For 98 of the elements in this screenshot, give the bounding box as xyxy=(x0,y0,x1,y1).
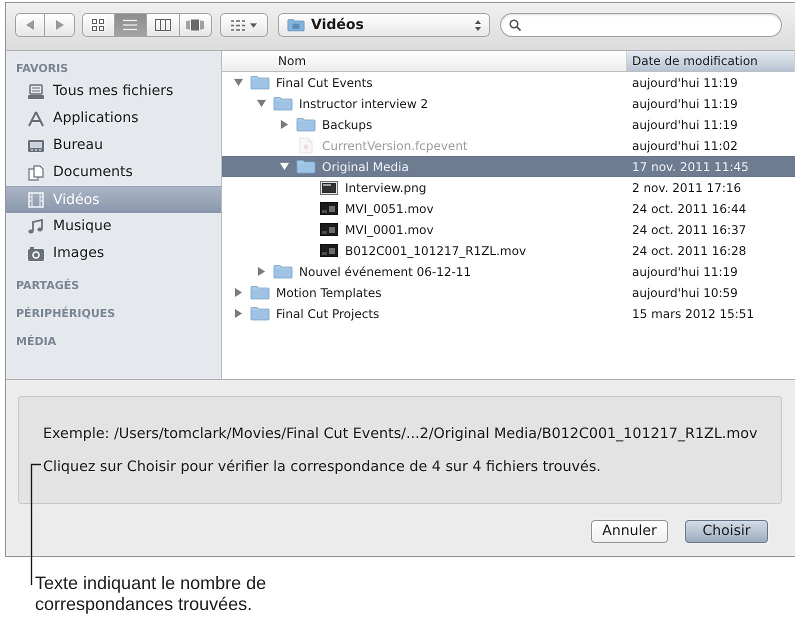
sidebar-item[interactable]: Documents xyxy=(6,159,221,186)
back-button[interactable] xyxy=(15,13,45,37)
file-name: Original Media xyxy=(322,158,409,176)
disclosure-triangle-icon[interactable] xyxy=(234,288,242,297)
file-row[interactable]: Original Media 17 nov. 2011 11:45 xyxy=(222,156,795,177)
file-row[interactable]: MVI_0051.mov 24 oct. 2011 16:44 xyxy=(222,198,795,219)
file-row[interactable]: MVI_0001.mov 24 oct. 2011 16:37 xyxy=(222,219,795,240)
caret-icon xyxy=(250,22,257,28)
sidebar-item[interactable]: Images xyxy=(6,240,221,267)
file-name: Backups xyxy=(322,116,372,134)
file-name: CurrentVersion.fcpevent xyxy=(322,138,468,154)
sidebar-item[interactable]: Bureau xyxy=(6,132,221,159)
music-note-icon xyxy=(27,218,45,234)
sidebar-heading: MÉDIA xyxy=(15,334,58,350)
file-name: MVI_0001.mov xyxy=(345,222,434,238)
desktop-icon xyxy=(27,138,45,154)
forward-button[interactable] xyxy=(45,13,75,37)
modified-date: 24 oct. 2011 16:37 xyxy=(631,222,746,238)
folder-icon xyxy=(296,159,316,174)
modified-date: aujourd'hui 10:59 xyxy=(631,284,738,302)
column-header[interactable]: Date de modification xyxy=(627,51,795,71)
search-icon xyxy=(509,19,521,31)
columns-icon xyxy=(154,19,171,31)
sidebar-item[interactable]: Tous mes fichiers xyxy=(6,78,221,105)
image-thumbnail-icon xyxy=(320,180,338,194)
arrange-button[interactable] xyxy=(220,13,268,37)
cover-flow-icon xyxy=(186,19,204,31)
location-popup[interactable]: Vidéos xyxy=(278,13,490,37)
match-status: Cliquez sur Choisir pour vérifier la correspondance de 4 sur 4 fichiers trouvés. xyxy=(43,458,602,476)
modified-date: 24 oct. 2011 16:44 xyxy=(631,200,746,218)
back-arrow-icon xyxy=(26,20,34,30)
camera-icon xyxy=(27,246,45,262)
folder-icon xyxy=(273,264,293,279)
modified-date: 15 mars 2012 15:51 xyxy=(631,306,754,322)
file-row[interactable]: Final Cut Events aujourd'hui 11:19 xyxy=(222,72,795,93)
modified-date: 17 nov. 2011 11:45 xyxy=(631,158,749,176)
annotation-caption: Texte indiquant le nombre de correspondances trouvées. xyxy=(35,573,268,615)
file-name: Interview.png xyxy=(345,180,426,196)
list-icon xyxy=(123,19,138,31)
file-name: Final Cut Projects xyxy=(276,306,380,322)
video-thumbnail-icon xyxy=(320,223,338,236)
cancel-button[interactable]: Annuler xyxy=(591,520,668,543)
modified-date: aujourd'hui 11:19 xyxy=(631,116,738,134)
file-name: Instructor interview 2 xyxy=(299,96,428,112)
film-strip-icon xyxy=(27,192,45,208)
example-path: Exemple: /Users/tomclark/Movies/Final Cut Events/...2/Original Media/B012C001_101217_R1ZL.mov xyxy=(43,425,758,443)
sidebar-heading: PÉRIPHÉRIQUES xyxy=(15,306,116,322)
file-row[interactable]: Interview.png 2 nov. 2011 17:16 xyxy=(222,177,795,198)
column-view-button[interactable] xyxy=(147,13,180,37)
icon-view-button[interactable] xyxy=(82,13,114,37)
folder-icon xyxy=(250,306,270,321)
grid-icon xyxy=(231,20,245,30)
file-row[interactable]: Nouvel événement 06-12-11 aujourd'hui 11:19 xyxy=(222,261,795,282)
modified-date: aujourd'hui 11:02 xyxy=(631,138,738,154)
sidebar-item[interactable]: Musique xyxy=(6,213,221,240)
documents-icon xyxy=(27,164,45,180)
cover-flow-button[interactable] xyxy=(180,13,212,37)
sidebar-heading: PARTAGÉS xyxy=(15,278,80,294)
folder-icon xyxy=(250,75,270,90)
file-row[interactable]: Instructor interview 2 aujourd'hui 11:19 xyxy=(222,93,795,114)
file-row[interactable]: Backups aujourd'hui 11:19 xyxy=(222,114,795,135)
disclosure-triangle-icon[interactable] xyxy=(234,309,242,318)
video-thumbnail-icon xyxy=(320,244,338,257)
modified-date: aujourd'hui 11:19 xyxy=(631,96,738,112)
computer-icon xyxy=(27,84,45,100)
file-name: B012C001_101217_R1ZL.mov xyxy=(345,242,526,260)
search-field[interactable] xyxy=(500,13,782,37)
column-header[interactable]: Nom xyxy=(222,51,627,71)
disclosure-triangle-icon[interactable] xyxy=(256,267,266,276)
sidebar-item[interactable]: Applications xyxy=(6,105,221,132)
folder-icon xyxy=(296,117,316,132)
folder-icon xyxy=(250,285,270,300)
file-name: Motion Templates xyxy=(276,284,382,302)
file-row[interactable]: Final Cut Projects 15 mars 2012 15:51 xyxy=(222,303,795,324)
disclosure-triangle-icon[interactable] xyxy=(280,162,288,171)
folder-icon xyxy=(273,96,293,111)
choose-button[interactable]: Choisir xyxy=(685,520,768,543)
document-icon xyxy=(299,137,313,154)
file-name: MVI_0051.mov xyxy=(345,200,434,218)
modified-date: aujourd'hui 11:19 xyxy=(631,264,738,280)
grid-icon xyxy=(92,19,104,31)
modified-date: 2 nov. 2011 17:16 xyxy=(631,180,742,196)
video-thumbnail-icon xyxy=(320,202,338,215)
stepper-arrows-icon xyxy=(475,20,481,30)
sidebar-heading: FAVORIS xyxy=(15,61,70,77)
file-row[interactable]: Motion Templates aujourd'hui 10:59 xyxy=(222,282,795,303)
disclosure-triangle-icon[interactable] xyxy=(256,99,266,108)
modified-date: 24 oct. 2011 16:28 xyxy=(631,242,746,260)
disclosure-triangle-icon[interactable] xyxy=(234,78,242,87)
file-row[interactable]: B012C001_101217_R1ZL.mov 24 oct. 2011 16:28 xyxy=(222,240,795,261)
file-name: Final Cut Events xyxy=(276,74,373,92)
disclosure-triangle-icon[interactable] xyxy=(280,120,288,129)
letter-a-icon xyxy=(27,110,45,126)
file-name: Nouvel événement 06-12-11 xyxy=(299,264,472,280)
folder-icon xyxy=(287,18,305,32)
forward-arrow-icon xyxy=(56,20,64,30)
list-view-button[interactable] xyxy=(114,13,147,37)
modified-date: aujourd'hui 11:19 xyxy=(631,74,738,92)
